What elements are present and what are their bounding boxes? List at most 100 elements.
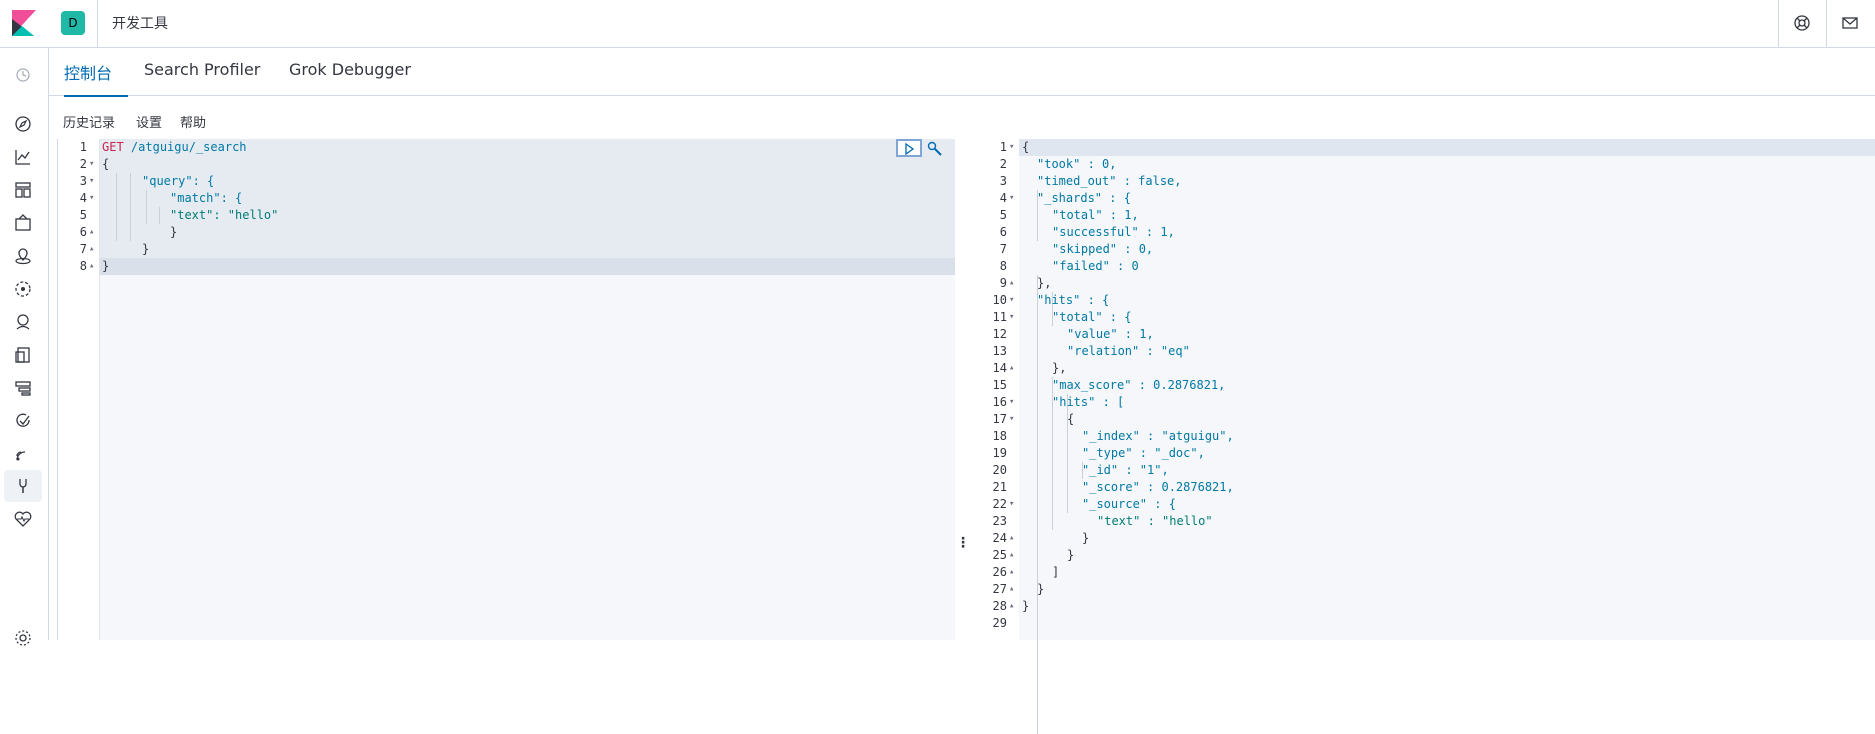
play-icon	[905, 142, 915, 156]
dev-tools-icon[interactable]	[13, 476, 33, 496]
code-text: "_id" : "1",	[1082, 463, 1169, 477]
request-block-highlight	[58, 224, 955, 241]
code-text: "text" : "hello"	[1097, 514, 1213, 528]
response-output: 1 ▾{ 2 "took" : 0, 3 "timed_out" : false, 4…	[969, 139, 1875, 734]
fold-toggle[interactable]: ▾	[1009, 139, 1014, 156]
top-header: D 开发工具	[0, 0, 1875, 48]
fold-toggle[interactable]: ▴	[1009, 598, 1014, 615]
line-number: 21	[992, 480, 1007, 494]
code-text: {	[102, 157, 110, 171]
request-editor[interactable]: 1 GET /atguigu/_search 2 ▾{ 3 ▾ "query": { 4…	[57, 139, 955, 640]
line-number: 5	[79, 208, 87, 222]
machine-learning-icon[interactable]	[13, 279, 33, 299]
code-text: }	[142, 242, 150, 256]
settings-link[interactable]: 设置	[136, 112, 162, 131]
logs-icon[interactable]	[13, 345, 33, 365]
fold-toggle[interactable]: ▾	[1009, 309, 1014, 326]
discover-compass-icon[interactable]	[13, 114, 33, 134]
code-text: "hits" : [	[1052, 395, 1125, 409]
line-number: 4	[79, 191, 87, 205]
panel-resize-handle[interactable]: ⋮	[956, 535, 970, 551]
fold-toggle[interactable]: ▾	[89, 156, 94, 173]
line-number: 29	[992, 616, 1007, 630]
line-number: 3	[999, 174, 1007, 188]
code-text: }	[1067, 548, 1075, 562]
infrastructure-icon[interactable]	[13, 312, 33, 332]
header-divider	[1778, 0, 1779, 47]
code-text: "_type" : "_doc",	[1082, 446, 1205, 460]
fold-toggle[interactable]: ▴	[1009, 564, 1014, 581]
fold-toggle[interactable]: ▴	[1009, 547, 1014, 564]
fold-toggle[interactable]: ▴	[1009, 275, 1014, 292]
send-request-button[interactable]	[896, 139, 922, 157]
line-number: 7	[999, 242, 1007, 256]
uptime-icon[interactable]	[13, 411, 33, 431]
active-line-highlight	[969, 139, 1875, 156]
code-text: {	[1022, 140, 1030, 154]
mail-icon[interactable]	[1841, 14, 1859, 32]
code-text: "total" : 1,	[1052, 208, 1139, 222]
kibana-logo-icon[interactable]	[12, 10, 36, 36]
line-number: 2	[79, 157, 87, 171]
tab-grok-debugger[interactable]: Grok Debugger	[289, 60, 411, 95]
fold-toggle[interactable]: ▾	[89, 190, 94, 207]
line-number: 16	[992, 395, 1007, 409]
line-number: 11	[992, 310, 1007, 324]
wrench-icon[interactable]	[926, 140, 944, 158]
apm-icon[interactable]	[13, 378, 33, 398]
line-number: 24	[992, 531, 1007, 545]
line-number: 23	[992, 514, 1007, 528]
line-number: 3	[79, 174, 87, 188]
code-text: }	[1022, 599, 1030, 613]
indent-guide	[130, 173, 131, 241]
code-text: "total" : {	[1052, 310, 1132, 324]
code-text: "successful" : 1,	[1052, 225, 1175, 239]
code-text: },	[1037, 276, 1052, 290]
line-number: 26	[992, 565, 1007, 579]
fold-toggle[interactable]: ▾	[89, 173, 94, 190]
fold-toggle[interactable]: ▾	[1009, 411, 1014, 428]
indent-guide	[116, 173, 117, 241]
code-text: }	[1037, 582, 1045, 596]
line-number: 28	[992, 599, 1007, 613]
code-text: "value" : 1,	[1067, 327, 1154, 341]
code-text: "took" : 0,	[1037, 157, 1117, 171]
tab-console[interactable]: 控制台	[64, 60, 129, 97]
request-block-highlight	[58, 241, 955, 258]
fold-toggle[interactable]: ▴	[1009, 530, 1014, 547]
code-text: "text": "hello"	[170, 208, 279, 222]
history-link[interactable]: 历史记录	[63, 112, 115, 131]
fold-toggle[interactable]: ▾	[1009, 190, 1014, 207]
fold-toggle[interactable]: ▴	[89, 224, 94, 241]
code-text: "relation" : "eq"	[1067, 344, 1190, 358]
request-path: /atguigu/_search	[130, 140, 247, 154]
dashboard-icon[interactable]	[13, 180, 33, 200]
management-gear-icon[interactable]	[13, 628, 33, 648]
siem-icon[interactable]	[13, 444, 33, 464]
fold-toggle[interactable]: ▾	[1009, 394, 1014, 411]
canvas-icon[interactable]	[13, 213, 33, 233]
space-avatar[interactable]: D	[61, 11, 85, 35]
fold-toggle[interactable]: ▴	[1009, 581, 1014, 598]
monitoring-icon[interactable]	[13, 509, 33, 529]
visualize-chart-icon[interactable]	[13, 147, 33, 167]
recent-clock-icon[interactable]	[13, 65, 33, 85]
side-navigation	[0, 48, 49, 646]
indent-guide	[1037, 275, 1038, 734]
fold-toggle[interactable]: ▾	[1009, 292, 1014, 309]
help-lifebuoy-icon[interactable]	[1793, 14, 1811, 32]
help-link[interactable]: 帮助	[180, 112, 206, 131]
fold-toggle[interactable]: ▴	[89, 241, 94, 258]
fold-toggle[interactable]: ▴	[89, 258, 94, 275]
fold-toggle[interactable]: ▾	[1009, 496, 1014, 513]
code-text: "_score" : 0.2876821,	[1082, 480, 1234, 494]
line-number: 8	[999, 259, 1007, 273]
request-method: GET	[102, 140, 124, 154]
line-number: 1	[79, 140, 87, 154]
tab-search-profiler[interactable]: Search Profiler	[144, 60, 260, 95]
active-line-highlight	[58, 258, 955, 275]
fold-toggle[interactable]: ▴	[1009, 360, 1014, 377]
maps-icon[interactable]	[13, 246, 33, 266]
code-text: "_index" : "atguigu",	[1082, 429, 1234, 443]
line-number: 1	[999, 140, 1007, 154]
